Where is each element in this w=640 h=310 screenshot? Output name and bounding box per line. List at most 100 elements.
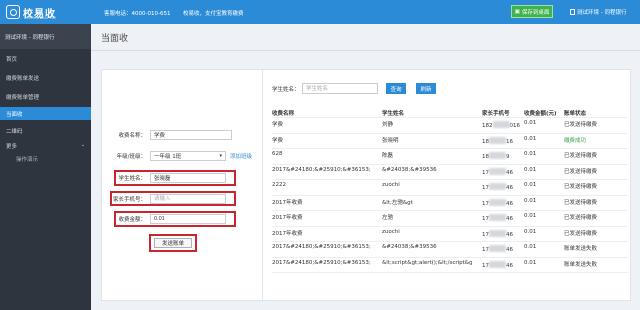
phone-redaction [489,229,506,237]
top-bar: 校易收 SCHOOL EASY PAY 客服电话：4000-010-651 校易… [0,0,640,24]
cell-student: &lt;script&gt;alert();&lt;/script&gt [382,259,472,266]
sidebar-header: 测试环境 - 同程银行 [0,24,91,49]
sidebar-item-qrcode[interactable]: 二维码 [0,124,91,137]
cell-phone: 17 46 [482,213,520,222]
cell-status: 已发送待缴费 [564,215,598,221]
cell-fee-name: 2017&#24180;&#25910;&#36153; [272,166,371,173]
amount-input[interactable] [150,214,226,224]
logo-subtitle: SCHOOL EASY PAY [24,16,57,20]
chevron-down-icon: ⌄ [80,142,85,148]
cell-student: zuochi [382,228,400,235]
phone-redaction [489,183,506,190]
fee-name-row: 收费名称： [102,130,262,140]
grade-select[interactable]: 一年级 1班 ▾ [150,151,226,161]
sidebar-item-demo[interactable]: 操作演示 [0,152,91,165]
student-label: 学生姓名： [118,176,146,182]
cell-status: 账单发送失败 [564,246,598,252]
cell-amount: 0.01 [524,197,537,204]
col-amount: 收费金额(元) [524,111,557,117]
table-row: 学费 刘静 0.01 已发送待缴费 182 016 [272,118,628,134]
cell-status: 已发送待缴费 [564,153,598,159]
phone-suffix: 16 [506,138,513,145]
phone-prefix: 17 [482,185,489,191]
phone-row: 家长手机号： [102,194,262,204]
table-row: 2017年收费 &lt;左驰&gt 0.01 已发送待缴费 17 46 [272,196,628,211]
phone-prefix: 17 [482,169,489,176]
cell-phone: 182 016 [482,120,520,129]
cell-amount: 0.01 [524,244,537,250]
query-button[interactable]: 查询 [386,83,406,94]
user-menu[interactable]: 测试环境 - 同程银行 [570,8,626,16]
cell-amount: 0.01 [524,151,537,157]
phone-suffix: 46 [506,231,513,238]
sidebar-item-more[interactable]: 更多 ⌄ [0,139,91,152]
cell-phone: 17 46 [482,182,520,191]
cell-fee-name: 学费 [272,122,284,128]
phone-prefix: 17 [482,216,489,222]
phone-prefix: 17 [482,262,489,269]
phone-redaction [489,136,506,144]
amount-row: 收费金额： [102,214,262,224]
cell-fee-name: 2222 [272,182,286,188]
add-class-link[interactable]: 添加班级 [230,152,252,160]
user-icon [570,9,575,15]
cell-fee-name: 2017&#24180;&#25910;&#36153; [272,244,371,250]
cell-student: 左驰 [382,215,394,221]
student-name-input[interactable] [150,173,226,183]
search-label: 学生姓名： [272,87,300,93]
phone-prefix: 182 [482,123,493,129]
phone-redaction [489,214,506,221]
cell-fee-name: 2017&#24180;&#25910;&#36153; [272,259,371,266]
cell-amount: 0.01 [524,213,537,219]
phone-redaction [489,167,506,175]
search-input[interactable] [302,83,378,94]
phone-suffix: 46 [506,185,513,191]
save-to-desktop-label: 保存到桌面 [521,9,550,16]
phone-suffix: 016 [509,123,521,129]
col-fee-name: 收费名称 [272,111,295,117]
table-row: 2017&#24180;&#25910;&#36153; &lt;script&g… [272,258,628,273]
sidebar-item-bill-manage[interactable]: 缴费账单管理 [0,90,91,103]
phone-label: 家长手机号： [112,197,146,203]
sidebar-item-home[interactable]: 首页 [0,52,91,65]
refresh-button[interactable]: 刷新 [416,83,436,94]
cell-status: 已发送待缴费 [564,122,598,128]
table-header: 收费名称 学生姓名 家长手机号 收费金额(元) 账单状态 [272,107,628,118]
cell-amount: 0.01 [524,120,537,126]
cell-amount: 0.01 [524,259,537,266]
cell-amount: 0.01 [524,228,537,235]
fee-name-input[interactable] [150,130,232,140]
cell-phone: 17 46 [482,244,520,253]
title-divider [91,50,640,51]
cell-fee-name: 2017年收费 [272,230,303,237]
table-row: 2017年收费 zuochi 0.01 已发送待缴费 17 46 [272,227,628,242]
cell-phone: 17 46 [482,198,520,207]
cell-phone: 17 46 [482,229,520,238]
main-area: 当面收 收费名称： 年级/班级： 一年级 1班 ▾ 添加班级 学生姓名： [91,24,640,310]
content-panel: 收费名称： 年级/班级： 一年级 1班 ▾ 添加班级 学生姓名： 家长手机号： [101,69,631,302]
cell-student: &#24038;&#39536 [382,166,437,173]
hotline-text: 客服电话：4000-010-651 [104,11,171,17]
cell-amount: 0.01 [524,166,537,173]
cell-amount: 0.01 [524,135,537,142]
user-name: 测试环境 - 同程银行 [577,10,627,16]
cell-fee-name: 2017年收费 [272,215,303,221]
cell-student: 张晓明 [382,137,399,144]
phone-suffix: 46 [506,247,513,253]
col-status: 账单状态 [564,111,587,117]
cell-phone: 18 9 [482,151,520,160]
send-bill-button[interactable]: 发送账单 [154,238,192,248]
sidebar-item-face-pay[interactable]: 当面收 [0,107,91,120]
select-caret-icon: ▾ [219,153,222,159]
phone-redaction [489,260,506,268]
cell-status: 已发送待缴费 [564,199,598,206]
save-to-desktop-button[interactable]: ▣ 保存到桌面 [511,5,553,18]
sidebar-item-bill-send[interactable]: 缴费账单发送 [0,71,91,84]
sidebar-item-more-label: 更多 [6,143,18,150]
col-student: 学生姓名 [382,111,405,117]
table-row: 628 陈磊 0.01 已发送待缴费 18 9 [272,149,628,165]
table-row: 2017&#24180;&#25910;&#36153; &#24038;&#39… [272,165,628,180]
bill-table: 收费名称 学生姓名 家长手机号 收费金额(元) 账单状态 学费 刘静 0.01 已发送… [272,107,628,273]
phone-input[interactable] [150,194,226,204]
phone-suffix: 46 [506,200,513,207]
